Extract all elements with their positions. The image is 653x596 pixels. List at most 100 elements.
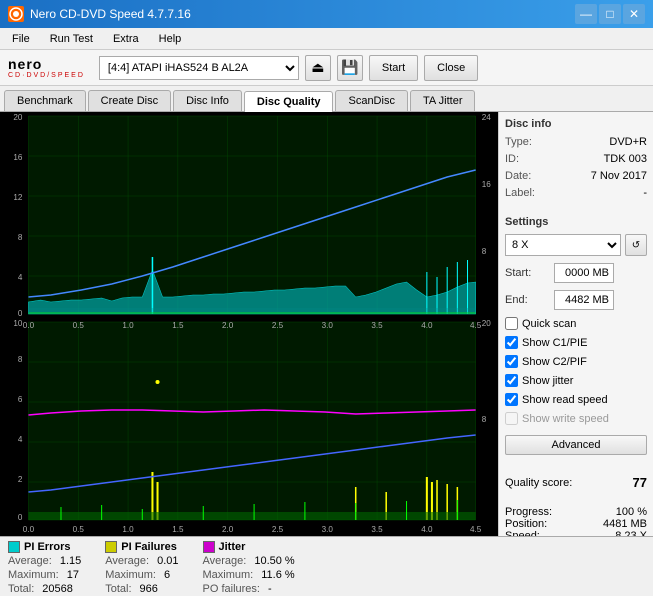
position-label: Position: <box>505 518 547 530</box>
menu-extra[interactable]: Extra <box>105 31 147 47</box>
svg-text:0.5: 0.5 <box>73 525 85 534</box>
show-c2pif-checkbox[interactable] <box>505 355 518 368</box>
svg-text:1.5: 1.5 <box>172 525 184 534</box>
show-c1pie-label: Show C1/PIE <box>522 337 587 349</box>
pi-errors-title: PI Errors <box>24 541 70 553</box>
pi-errors-max: Maximum: 17 <box>8 569 81 581</box>
svg-text:3.5: 3.5 <box>371 525 383 534</box>
svg-text:4.5: 4.5 <box>470 321 482 330</box>
menu-file[interactable]: File <box>4 31 38 47</box>
close-button[interactable]: Close <box>424 55 478 81</box>
svg-text:3.0: 3.0 <box>322 321 334 330</box>
svg-text:0.0: 0.0 <box>23 321 35 330</box>
jitter-avg: Average: 10.50 % <box>203 555 295 567</box>
show-writespeed-row: Show write speed <box>505 412 647 425</box>
quality-score-value: 77 <box>633 475 647 490</box>
tab-tajitter[interactable]: TA Jitter <box>410 90 476 111</box>
minimize-button[interactable]: — <box>575 4 597 24</box>
nero-logo-text: nero <box>8 56 42 72</box>
close-window-button[interactable]: ✕ <box>623 4 645 24</box>
side-panel: Disc info Type: DVD+R ID: TDK 003 Date: … <box>498 112 653 536</box>
disc-date-label: Date: <box>505 170 531 182</box>
show-jitter-checkbox[interactable] <box>505 374 518 387</box>
quick-scan-label: Quick scan <box>522 318 576 330</box>
quality-score-label: Quality score: <box>505 477 572 489</box>
svg-text:4: 4 <box>18 273 23 282</box>
chart-area: 20 16 12 8 4 0 24 16 8 10 8 6 4 2 0 20 8… <box>0 112 498 536</box>
maximize-button[interactable]: □ <box>599 4 621 24</box>
speed-label: Speed: <box>505 530 540 536</box>
show-writespeed-label: Show write speed <box>522 413 609 425</box>
disc-label-label: Label: <box>505 187 535 199</box>
svg-text:1.5: 1.5 <box>172 321 184 330</box>
menu-runtest[interactable]: Run Test <box>42 31 101 47</box>
svg-text:8: 8 <box>18 355 23 364</box>
show-readspeed-checkbox[interactable] <box>505 393 518 406</box>
end-label: End: <box>505 294 550 306</box>
pi-errors-header: PI Errors <box>8 541 81 553</box>
jitter-group: Jitter Average: 10.50 % Maximum: 11.6 % … <box>203 541 295 595</box>
disc-type-row: Type: DVD+R <box>505 136 647 148</box>
start-label: Start: <box>505 267 550 279</box>
quick-scan-row: Quick scan <box>505 317 647 330</box>
pi-errors-total: Total: 20568 <box>8 583 81 595</box>
pi-failures-title: PI Failures <box>121 541 177 553</box>
tab-discinfo[interactable]: Disc Info <box>173 90 242 111</box>
disc-date-row: Date: 7 Nov 2017 <box>505 170 647 182</box>
show-c1pie-row: Show C1/PIE <box>505 336 647 349</box>
title-bar: Nero CD-DVD Speed 4.7.7.16 — □ ✕ <box>0 0 653 28</box>
show-readspeed-row: Show read speed <box>505 393 647 406</box>
nero-logo-subtitle: CD·DVD/SPEED <box>8 72 85 79</box>
title-bar-controls: — □ ✕ <box>575 4 645 24</box>
disc-id-value: TDK 003 <box>604 153 647 165</box>
svg-text:20: 20 <box>13 113 23 122</box>
jitter-title: Jitter <box>219 541 246 553</box>
disc-label-row: Label: - <box>505 187 647 199</box>
advanced-button[interactable]: Advanced <box>505 435 647 455</box>
chart-svg: 20 16 12 8 4 0 24 16 8 10 8 6 4 2 0 20 8… <box>0 112 498 536</box>
tab-scandisc[interactable]: ScanDisc <box>335 90 407 111</box>
show-c2pif-label: Show C2/PIF <box>522 356 587 368</box>
svg-text:2.5: 2.5 <box>272 321 284 330</box>
position-row: Position: 4481 MB <box>505 518 647 530</box>
app-title: Nero CD-DVD Speed 4.7.7.16 <box>30 7 191 21</box>
svg-text:6: 6 <box>18 395 23 404</box>
start-input[interactable] <box>554 263 614 283</box>
eject-button[interactable]: ⏏ <box>305 55 331 81</box>
show-readspeed-label: Show read speed <box>522 394 608 406</box>
pi-failures-max: Maximum: 6 <box>105 569 178 581</box>
app-icon <box>8 6 24 22</box>
title-bar-left: Nero CD-DVD Speed 4.7.7.16 <box>8 6 191 22</box>
quick-scan-checkbox[interactable] <box>505 317 518 330</box>
drive-select[interactable]: [4:4] ATAPI iHAS524 B AL2A <box>99 56 299 80</box>
end-input[interactable] <box>554 290 614 310</box>
progress-label: Progress: <box>505 506 552 518</box>
progress-row: Progress: 100 % <box>505 506 647 518</box>
pi-errors-color <box>8 541 20 553</box>
disc-id-row: ID: TDK 003 <box>505 153 647 165</box>
tab-benchmark[interactable]: Benchmark <box>4 90 86 111</box>
svg-text:8: 8 <box>482 415 487 424</box>
svg-text:0.5: 0.5 <box>73 321 85 330</box>
progress-value: 100 % <box>616 506 647 518</box>
pi-failures-total: Total: 966 <box>105 583 178 595</box>
save-button[interactable]: 💾 <box>337 55 363 81</box>
tab-createdisc[interactable]: Create Disc <box>88 90 171 111</box>
tab-discquality[interactable]: Disc Quality <box>244 91 334 112</box>
speed-value: 8.23 X <box>615 530 647 536</box>
pi-errors-avg: Average: 1.15 <box>8 555 81 567</box>
show-writespeed-checkbox <box>505 412 518 425</box>
show-c1pie-checkbox[interactable] <box>505 336 518 349</box>
menu-help[interactable]: Help <box>151 31 190 47</box>
jitter-header: Jitter <box>203 541 295 553</box>
speed-select[interactable]: 8 X <box>505 234 621 256</box>
end-row: End: <box>505 290 647 310</box>
pi-errors-group: PI Errors Average: 1.15 Maximum: 17 Tota… <box>8 541 81 595</box>
settings-title: Settings <box>505 216 647 228</box>
disc-info-title: Disc info <box>505 118 647 130</box>
start-button[interactable]: Start <box>369 55 418 81</box>
speed-refresh-button[interactable]: ↺ <box>625 234 647 256</box>
svg-text:0: 0 <box>18 513 23 522</box>
show-jitter-label: Show jitter <box>522 375 573 387</box>
pi-failures-header: PI Failures <box>105 541 178 553</box>
